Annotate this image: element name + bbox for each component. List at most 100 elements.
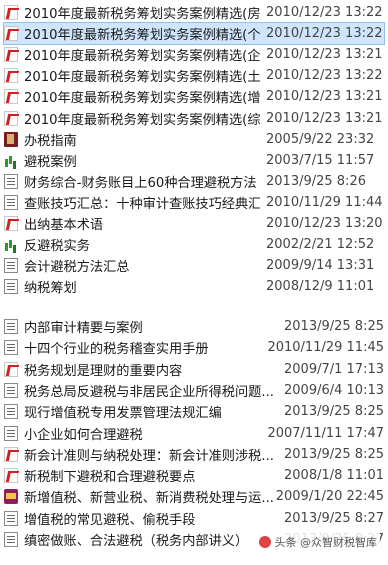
doc-icon: [4, 510, 18, 526]
file-name: 2010年度最新税务筹划实务案例精选(房...: [24, 7, 260, 22]
file-date: 2010/12/23 13:22: [266, 26, 383, 42]
file-row[interactable]: 税务规划是理财的重要内容 2009/7/1 17:13: [4, 359, 384, 380]
file-row[interactable]: 查账技巧汇总：十种审计查账技巧经典汇... 2010/11/29 11:44: [4, 192, 384, 213]
file-date: 2013/9/25 8:27: [284, 510, 384, 526]
file-list-bottom: 内部审计精要与案例 2013/9/25 8:25 十四个行业的税务稽查实用手册 201…: [0, 314, 388, 565]
file-row[interactable]: 财务综合-财务账目上60种合理避税方法 2013/9/25 8:26: [4, 171, 384, 192]
file-name: 2010年度最新税务筹划实务案例精选(个...: [24, 28, 260, 44]
chart-icon: [4, 237, 18, 252]
file-name: 2010年度最新税务筹划实务案例精选(企...: [24, 49, 260, 65]
rar-icon: [4, 489, 18, 505]
file-date: 2010/12/23 13:21: [266, 89, 383, 105]
doc-icon: [4, 279, 18, 295]
file-name: 新增值税、新营业税、新消费税处理与运...: [24, 491, 274, 507]
file-row[interactable]: 内部审计精要与案例 2013/9/25 8:25: [4, 316, 384, 337]
file-name: 现行增值税专用发票管理法规汇编: [24, 406, 222, 422]
file-date: 2010/12/23 13:21: [266, 110, 383, 126]
file-row[interactable]: 反避税实务 2002/2/21 12:52: [4, 234, 384, 255]
file-date: 2013/9/25 8:25: [284, 404, 384, 420]
divider: [0, 298, 388, 314]
file-row[interactable]: 新会计准则与纳税处理：新会计准则涉税... 2013/9/25 8:25: [4, 444, 384, 465]
file-name: 增值税的常见避税、偷税手段: [24, 512, 196, 528]
file-row[interactable]: 2010年度最新税务筹划实务案例精选(企... 2010/12/23 13:21: [4, 44, 384, 65]
file-row[interactable]: 避税案例 2003/7/15 11:57: [4, 150, 384, 171]
file-row[interactable]: 办税指南 2005/9/22 23:32: [4, 129, 384, 150]
file-name: 税务规划是理财的重要内容: [24, 363, 183, 379]
file-row[interactable]: 2010年度最新税务筹划实务案例精选(房... 2010/12/23 13:22: [4, 2, 384, 23]
file-row[interactable]: 2010年度最新税务筹划实务案例精选(个... 2010/12/23 13:22: [3, 22, 385, 46]
chart-icon: [4, 153, 18, 168]
file-row[interactable]: 新税制下避税和合理避税要点 2008/1/8 11:01: [4, 465, 384, 486]
pdf-icon: [4, 446, 18, 462]
file-date: 2005/9/22 23:32: [266, 131, 375, 147]
doc-icon: [4, 532, 18, 547]
file-name: 出纳基本术语: [24, 218, 104, 233]
doc-icon: [4, 194, 18, 210]
file-name: 2010年度最新税务筹划实务案例精选(土...: [24, 70, 260, 86]
doc-icon: [4, 404, 18, 420]
file-row[interactable]: 增值税的常见避税、偷税手段 2013/9/25 8:27: [4, 508, 384, 529]
file-row[interactable]: 会计避税方法汇总 2009/9/14 13:31: [4, 255, 384, 276]
file-name: 缜密做账、合法避税（税务内部讲义）: [24, 534, 249, 549]
file-name: 反避税实务: [24, 239, 90, 255]
file-name: 查账技巧汇总：十种审计查账技巧经典汇...: [24, 196, 260, 212]
pdf-icon: [4, 26, 18, 42]
file-row[interactable]: 2010年度最新税务筹划实务案例精选(土... 2010/12/23 13:22: [4, 65, 384, 86]
watermark-text: 头条 @众智财税智库: [274, 536, 378, 549]
file-name: 会计避税方法汇总: [24, 260, 130, 276]
file-date: 2013/9/25 8:25: [284, 446, 384, 462]
file-list-top: 2010年度最新税务筹划实务案例精选(房... 2010/12/23 13:22 2…: [0, 0, 388, 298]
file-date: 2008/12/9 11:01: [266, 279, 375, 295]
file-name: 新税制下避税和合理避税要点: [24, 470, 196, 486]
file-name: 财务综合-财务账目上60种合理避税方法: [24, 175, 257, 191]
pdf-icon: [4, 68, 18, 84]
pdf-icon: [4, 110, 18, 126]
file-name: 纳税筹划: [24, 281, 77, 297]
file-row[interactable]: 2010年度最新税务筹划实务案例精选(增... 2010/12/23 13:21: [4, 86, 384, 107]
file-date: 2010/12/23 13:22: [266, 5, 383, 20]
file-date: 2007/11/11 17:47: [267, 425, 384, 441]
file-date: 2009/1/20 22:45: [275, 489, 384, 505]
watermark-logo-icon: [258, 536, 271, 548]
doc-icon: [4, 258, 18, 274]
file-date: 2009/9/14 13:31: [266, 258, 375, 274]
file-date: 2013/9/25 8:26: [266, 173, 366, 189]
watermark: 头条 @众智财税智库: [255, 533, 380, 551]
file-date: 2003/7/15 11:57: [266, 152, 375, 168]
file-row[interactable]: 出纳基本术语 2010/12/23 13:20: [4, 213, 384, 234]
file-row[interactable]: 新增值税、新营业税、新消费税处理与运... 2009/1/20 22:45: [4, 486, 384, 507]
pdf-icon: [4, 89, 18, 105]
file-date: 2010/12/23 13:22: [266, 68, 383, 84]
file-date: 2009/7/1 17:13: [284, 361, 384, 377]
file-date: 2008/1/8 11:01: [284, 468, 384, 484]
file-date: 2013/9/25 8:25: [284, 319, 384, 334]
pdf-icon: [4, 468, 18, 484]
file-date: 2010/12/23 13:21: [266, 47, 383, 63]
file-row[interactable]: 税务总局反避税与非居民企业所得税问题... 2009/6/4 10:13: [4, 380, 384, 401]
doc-icon: [4, 382, 18, 398]
file-row[interactable]: 小企业如何合理避税 2007/11/11 17:47: [4, 423, 384, 444]
file-row[interactable]: 现行增值税专用发票管理法规汇编 2013/9/25 8:25: [4, 401, 384, 422]
doc-icon: [4, 340, 18, 356]
doc-icon: [4, 425, 18, 441]
file-row[interactable]: 2010年度最新税务筹划实务案例精选(综... 2010/12/23 13:21: [4, 108, 384, 129]
file-name: 2010年度最新税务筹划实务案例精选(综...: [24, 112, 260, 128]
file-date: 2010/11/29 11:44: [266, 194, 383, 210]
file-name: 办税指南: [24, 133, 77, 149]
file-date: 2010/12/23 13:20: [266, 216, 383, 231]
file-date: 2002/2/21 12:52: [266, 237, 375, 253]
file-name: 十四个行业的税务稽查实用手册: [24, 342, 209, 358]
file-date: 2010/11/29 11:45: [267, 340, 384, 356]
file-date: 2009/6/4 10:13: [284, 382, 384, 398]
file-name: 小企业如何合理避税: [24, 427, 143, 443]
chm-icon: [4, 131, 18, 147]
doc-icon: [4, 319, 18, 334]
pdf-icon: [4, 361, 18, 377]
pdf-icon: [4, 5, 18, 20]
file-name: 避税案例: [24, 154, 77, 170]
pdf-icon: [4, 216, 18, 231]
file-row[interactable]: 纳税筹划 2008/12/9 11:01: [4, 276, 384, 297]
file-row[interactable]: 十四个行业的税务稽查实用手册 2010/11/29 11:45: [4, 337, 384, 358]
file-name: 内部审计精要与案例: [24, 321, 143, 336]
doc-icon: [4, 173, 18, 189]
